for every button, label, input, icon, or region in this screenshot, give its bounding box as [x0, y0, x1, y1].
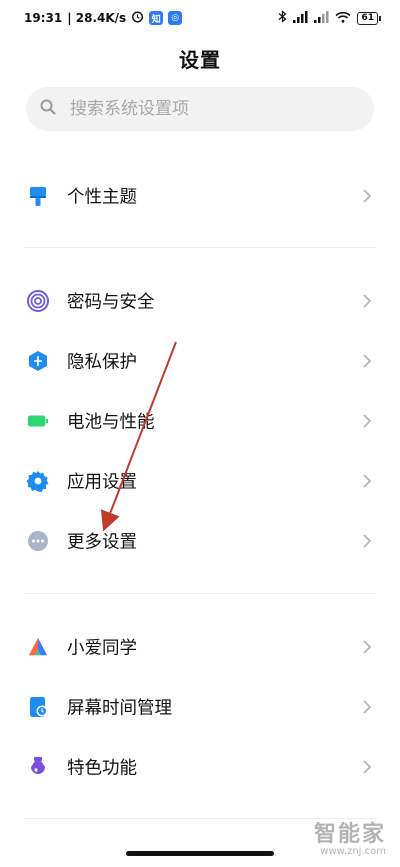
- settings-item-password-security[interactable]: 密码与安全: [0, 271, 400, 331]
- divider: [24, 593, 376, 594]
- bluetooth-icon: [278, 10, 287, 26]
- settings-item-label: 特色功能: [67, 758, 137, 779]
- settings-item-screen-time[interactable]: 屏幕时间管理: [0, 677, 400, 737]
- chevron-right-icon: [361, 759, 373, 775]
- settings-item-label: 密码与安全: [67, 292, 155, 313]
- settings-item-label: 小爱同学: [67, 638, 137, 659]
- settings-item-battery-performance[interactable]: 电池与性能: [0, 391, 400, 451]
- features-icon: [27, 756, 49, 778]
- search-icon: [40, 99, 56, 119]
- chevron-right-icon: [361, 639, 373, 655]
- chevron-right-icon: [361, 473, 373, 489]
- chevron-right-icon: [361, 188, 373, 204]
- fingerprint-icon: [27, 290, 49, 312]
- search-bar[interactable]: [26, 87, 374, 131]
- wifi-icon: [335, 11, 352, 26]
- chevron-right-icon: [361, 413, 373, 429]
- battery-indicator: 61: [357, 11, 381, 25]
- settings-item-xiaoai[interactable]: 小爱同学: [0, 617, 400, 677]
- status-left: 19:31 | 28.4K/s 知 ◎: [24, 10, 183, 26]
- settings-item-app-settings[interactable]: 应用设置: [0, 451, 400, 511]
- gear-icon: [27, 470, 49, 492]
- watermark-name: 智能家: [313, 822, 386, 847]
- settings-item-label: 应用设置: [67, 472, 137, 493]
- watermark: 智能家 www.znj.com: [314, 816, 386, 857]
- xiaoai-icon: [27, 636, 49, 658]
- app-notification-icon: ◎: [168, 11, 183, 25]
- home-indicator[interactable]: [126, 851, 274, 856]
- theme-brush-icon: [27, 185, 49, 207]
- settings-item-label: 屏幕时间管理: [67, 698, 172, 719]
- settings-item-more-settings[interactable]: 更多设置: [0, 511, 400, 571]
- chevron-right-icon: [361, 353, 373, 369]
- watermark-url: www.znj.com: [320, 846, 386, 857]
- chevron-right-icon: [361, 533, 373, 549]
- privacy-shield-icon: [27, 350, 49, 372]
- settings-item-privacy[interactable]: 隐私保护: [0, 331, 400, 391]
- status-network-speed: | 28.4K/s: [67, 11, 127, 25]
- status-right: 61: [278, 10, 381, 26]
- screen-time-icon: [27, 696, 49, 718]
- alarm-icon: [131, 10, 144, 26]
- search-input[interactable]: [68, 98, 332, 120]
- settings-item-theme[interactable]: 个性主题: [0, 166, 400, 226]
- settings-item-label: 电池与性能: [67, 412, 155, 433]
- signal-hd-icon: [314, 10, 329, 26]
- chevron-right-icon: [361, 293, 373, 309]
- divider: [24, 247, 376, 248]
- status-bar: 19:31 | 28.4K/s 知 ◎ 61: [0, 0, 400, 36]
- settings-item-label: 更多设置: [67, 532, 137, 553]
- more-dots-icon: [27, 530, 49, 552]
- signal-icon: [293, 10, 308, 26]
- chevron-right-icon: [361, 699, 373, 715]
- settings-item-special-features[interactable]: 特色功能: [0, 737, 400, 797]
- status-time: 19:31: [24, 11, 63, 25]
- zhihu-app-icon: 知: [149, 11, 164, 25]
- settings-item-label: 个性主题: [67, 187, 137, 208]
- page-title: 设置: [179, 48, 221, 72]
- battery-icon: [27, 410, 49, 432]
- settings-item-label: 隐私保护: [67, 352, 137, 373]
